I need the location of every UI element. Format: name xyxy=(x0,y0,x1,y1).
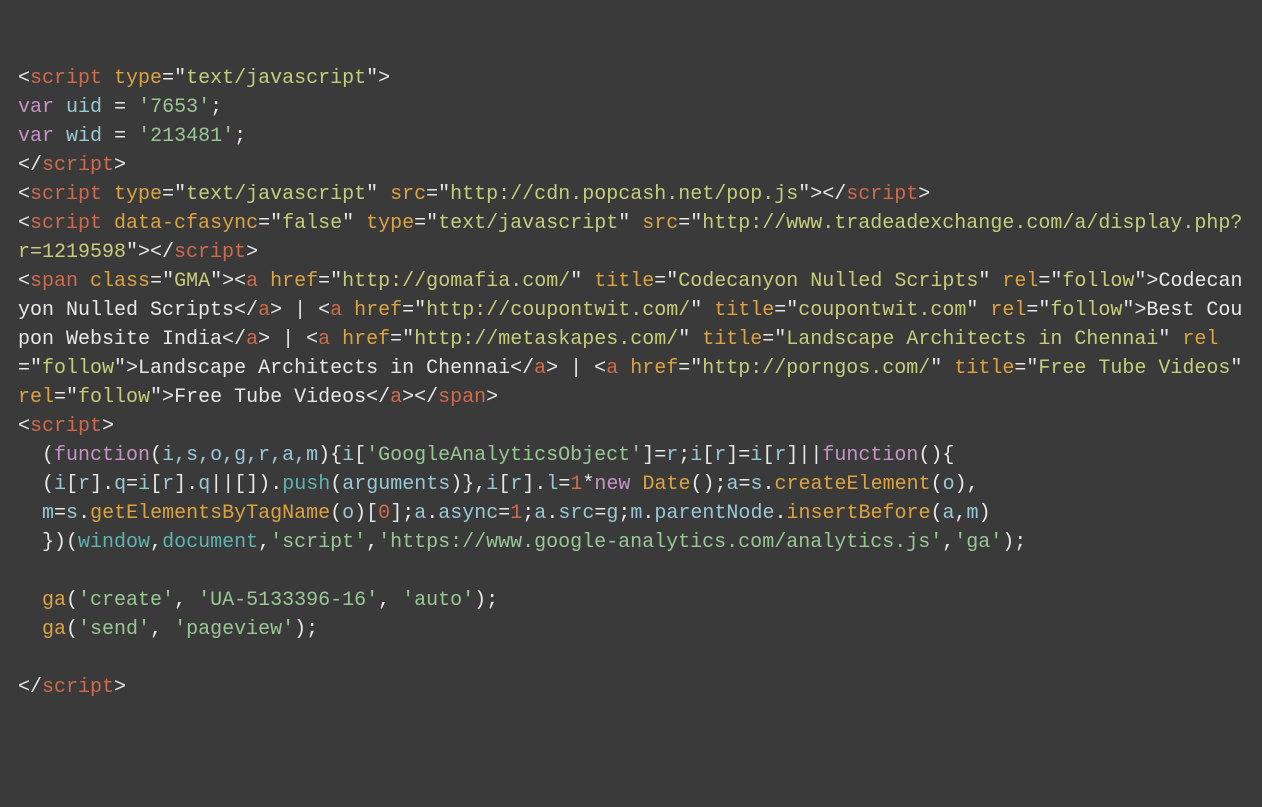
attr-type: text/javascript xyxy=(186,67,366,90)
wid-value: '213481' xyxy=(138,125,234,148)
popcash-src: http://cdn.popcash.net/pop.js xyxy=(450,183,798,206)
var-uid: uid xyxy=(66,96,102,119)
link4-text: Free Tube Videos xyxy=(174,386,366,409)
ga-ua: 'UA-5133396-16' xyxy=(198,589,378,612)
link3-text: Landscape Architects in Chennai xyxy=(138,357,510,380)
uid-value: '7653' xyxy=(138,96,210,119)
ga-url: 'https://www.google-analytics.com/analyt… xyxy=(378,531,942,554)
code-editor: <script type="text/javascript"> var uid … xyxy=(18,64,1244,702)
var-wid: wid xyxy=(66,125,102,148)
